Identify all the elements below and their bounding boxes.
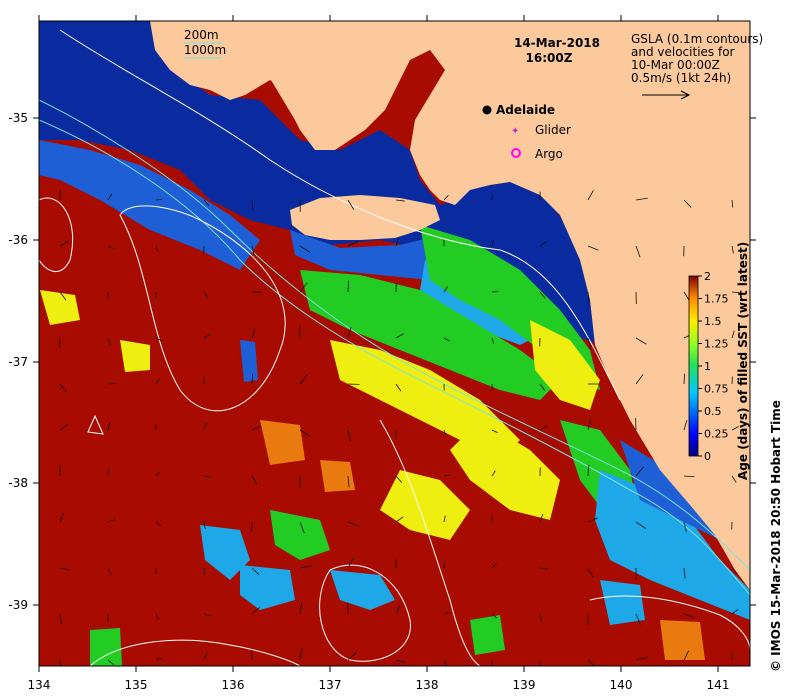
gsla-note-2: and velocities for	[631, 45, 735, 59]
depth-legend-1000m: 1000m	[184, 43, 226, 57]
colorbar-tick-label: 0.75	[704, 383, 729, 396]
x-tick-label: 138	[416, 678, 439, 692]
credit-text: © IMOS 15-Mar-2018 20:50 Hobart Time	[769, 400, 783, 672]
x-tick-label: 139	[513, 678, 536, 692]
velocity-arrow	[155, 199, 163, 201]
velocity-arrow	[683, 373, 685, 385]
y-tick-label: -36	[8, 233, 28, 247]
sst-patch	[470, 615, 505, 655]
date-line1: 14-Mar-2018	[514, 36, 600, 50]
colorbar-tick-label: 2	[704, 270, 711, 283]
colorbar-tick-label: 1.5	[704, 315, 722, 328]
colorbar-tick-label: 1.75	[704, 293, 729, 306]
x-tick-label: 135	[125, 678, 148, 692]
sst-patch	[120, 340, 150, 372]
y-tick-label: -35	[8, 111, 28, 125]
gsla-note-3: 10-Mar 00:00Z	[631, 58, 720, 72]
adelaide-marker	[482, 105, 492, 115]
colorbar-tick-label: 1.25	[704, 338, 729, 351]
y-tick-label: -38	[8, 476, 28, 490]
sst-age-map: 134 135 136 137 138 139 140 141 -35 -36 -37 -38 -39…	[8, 15, 783, 692]
x-tick-label: 140	[610, 678, 633, 692]
colorbar-tick-label: 0.5	[704, 405, 722, 418]
date-line2: 16:00Z	[526, 51, 573, 65]
colorbar-tick-label: 0.25	[704, 428, 729, 441]
y-tick-label: -37	[8, 355, 28, 369]
sst-patch	[660, 620, 705, 660]
gsla-note-1: GSLA (0.1m contours)	[631, 32, 763, 46]
adelaide-label: Adelaide	[496, 103, 555, 117]
sst-patch	[90, 628, 122, 666]
x-tick-label: 141	[707, 678, 730, 692]
x-tick-label: 134	[28, 678, 51, 692]
argo-label: Argo	[535, 147, 563, 161]
colorbar	[688, 275, 699, 457]
x-tick-label: 136	[222, 678, 245, 692]
colorbar-title: Age (days) of filled SST (wrt latest)	[736, 242, 750, 480]
sst-patch	[320, 460, 355, 492]
gsla-note-4: 0.5m/s (1kt 24h)	[631, 71, 731, 85]
x-tick-label: 137	[319, 678, 342, 692]
colorbar-tick-label: 1	[704, 360, 711, 373]
y-tick-label: -39	[8, 598, 28, 612]
glider-marker-icon: ✦	[511, 126, 519, 137]
depth-legend-200m: 200m	[184, 28, 219, 42]
velocity-arrow	[107, 383, 116, 385]
colorbar-tick-label: 0	[704, 450, 711, 463]
glider-label: Glider	[535, 123, 571, 137]
